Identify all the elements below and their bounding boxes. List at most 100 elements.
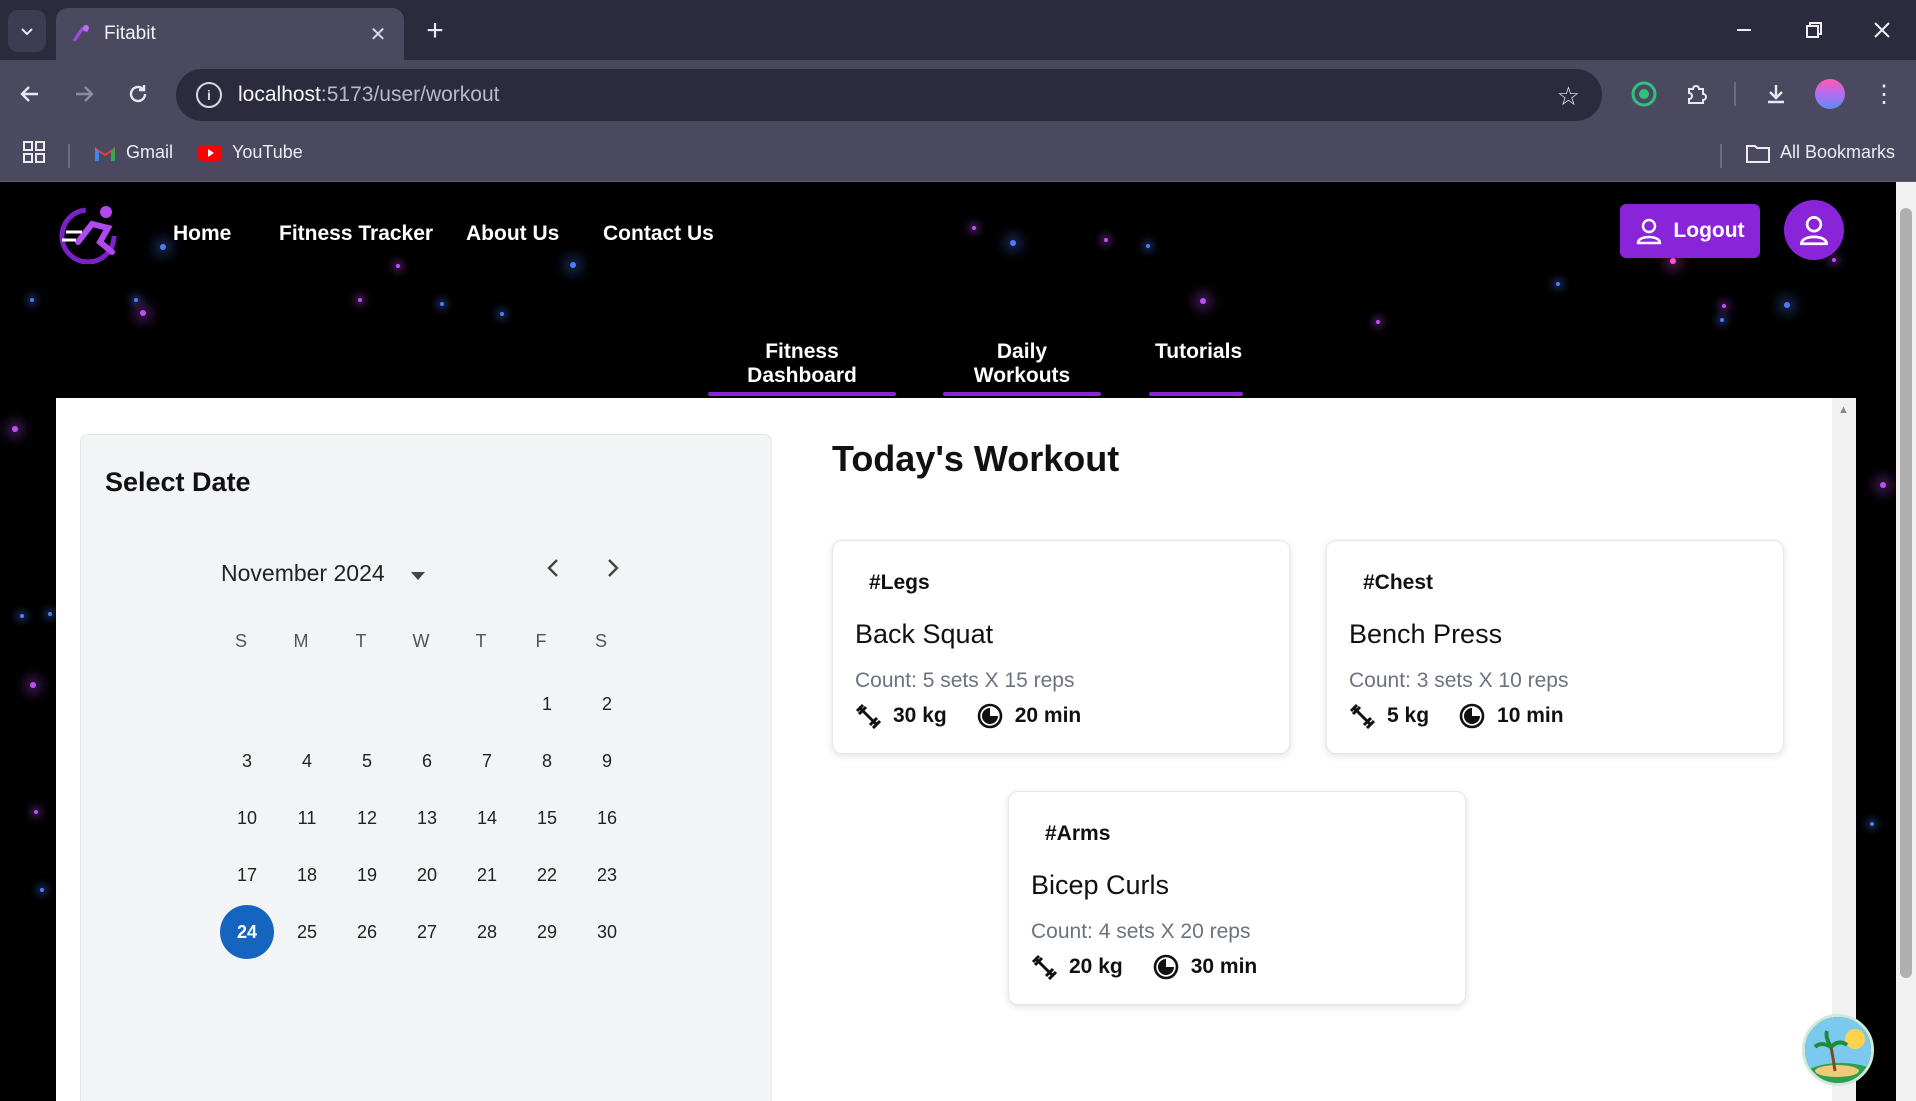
palm-island-icon xyxy=(1805,1017,1871,1083)
back-button[interactable] xyxy=(10,74,50,114)
reload-button[interactable] xyxy=(118,74,158,114)
bookmark-label: Gmail xyxy=(126,142,174,162)
scrollbar-thumb[interactable] xyxy=(1900,208,1912,978)
nav-fitness-tracker[interactable]: Fitness Tracker xyxy=(279,222,433,246)
todays-workout-title: Today's Workout xyxy=(832,438,1120,479)
star-dot xyxy=(1200,298,1206,304)
bookmark-label: YouTube xyxy=(232,142,303,162)
folder-icon xyxy=(1746,144,1770,163)
profile-avatar-icon[interactable] xyxy=(1812,76,1848,112)
restore-button[interactable] xyxy=(1784,8,1844,52)
site-info-icon[interactable]: i xyxy=(196,82,222,108)
tab-fitness-dashboard[interactable]: Fitness Dashboard xyxy=(708,340,896,396)
calendar-day[interactable]: 27 xyxy=(400,905,454,959)
workout-card[interactable]: #Arms Bicep Curls Count: 4 sets X 20 reps 2… xyxy=(1008,791,1466,1005)
nav-home[interactable]: Home xyxy=(173,222,231,246)
fitabit-logo-icon[interactable] xyxy=(56,202,126,264)
calendar-day[interactable]: 12 xyxy=(340,791,394,845)
month-selector[interactable]: November 2024 xyxy=(221,560,425,587)
calendar-day[interactable]: 6 xyxy=(400,734,454,788)
calendar-day[interactable]: 18 xyxy=(280,848,334,902)
calendar-day[interactable]: 1 xyxy=(520,677,574,731)
workout-name: Back Squat xyxy=(855,619,994,649)
calendar-day[interactable]: 8 xyxy=(520,734,574,788)
browser-tab-active[interactable]: Fitabit ✕ xyxy=(56,8,404,60)
bookmark-star-icon[interactable]: ☆ xyxy=(1557,81,1580,112)
calendar-day[interactable]: 13 xyxy=(400,791,454,845)
calendar-day[interactable]: 23 xyxy=(580,848,634,902)
floating-assistant-button[interactable] xyxy=(1802,1014,1874,1086)
calendar-day[interactable]: 25 xyxy=(280,905,334,959)
star-dot xyxy=(140,310,146,316)
calendar-day[interactable]: 5 xyxy=(340,734,394,788)
calendar-day[interactable]: 26 xyxy=(340,905,394,959)
logout-button[interactable]: Logout xyxy=(1620,204,1760,258)
address-bar[interactable]: i localhost:5173/user/workout ☆ xyxy=(176,69,1602,121)
bookmark-gmail[interactable]: Gmail xyxy=(94,142,173,163)
reload-icon xyxy=(129,85,147,103)
extensions-puzzle-icon[interactable] xyxy=(1678,76,1714,112)
forward-button[interactable] xyxy=(64,74,104,114)
calendar-day[interactable]: 29 xyxy=(520,905,574,959)
chevron-down-icon xyxy=(21,28,33,36)
tab-label: Tutorials xyxy=(1155,340,1243,363)
calendar-day[interactable]: 15 xyxy=(520,791,574,845)
panel-scrollbar[interactable]: ▲ xyxy=(1832,398,1856,1101)
minimize-button[interactable] xyxy=(1714,8,1774,52)
calendar-day[interactable]: 4 xyxy=(280,734,334,788)
calendar-day[interactable]: 17 xyxy=(220,848,274,902)
select-date-title: Select Date xyxy=(105,467,251,497)
tab-underline xyxy=(943,392,1101,396)
timer-icon xyxy=(1459,703,1485,729)
star-dot xyxy=(1784,302,1790,308)
calendar-day[interactable]: 14 xyxy=(460,791,514,845)
calendar-day[interactable]: 24 xyxy=(220,905,274,959)
page-scrollbar[interactable] xyxy=(1896,182,1916,1101)
calendar-day[interactable]: 7 xyxy=(460,734,514,788)
nav-contact-us[interactable]: Contact Us xyxy=(603,222,714,246)
toolbar-separator xyxy=(1734,82,1736,106)
star-dot xyxy=(134,298,138,302)
star-dot xyxy=(1720,318,1724,322)
tab-close-icon[interactable]: ✕ xyxy=(366,22,390,46)
calendar-day[interactable]: 20 xyxy=(400,848,454,902)
scroll-up-icon[interactable]: ▲ xyxy=(1838,404,1849,416)
bookmarks-bar: Gmail YouTube All Bookmarks xyxy=(0,128,1916,182)
user-icon xyxy=(1637,218,1662,245)
calendar-day[interactable]: 11 xyxy=(280,791,334,845)
nav-about-us[interactable]: About Us xyxy=(466,222,559,246)
browser-menu-icon[interactable]: ⋮ xyxy=(1866,76,1902,112)
tab-daily-workouts[interactable]: Daily Workouts xyxy=(943,340,1101,396)
calendar-day[interactable]: 3 xyxy=(220,734,274,788)
bookmark-youtube[interactable]: YouTube xyxy=(198,142,303,163)
prev-month-button[interactable] xyxy=(543,555,563,587)
restore-icon xyxy=(1806,22,1822,38)
next-month-button[interactable] xyxy=(603,555,623,587)
workout-card[interactable]: #Chest Bench Press Count: 3 sets X 10 reps… xyxy=(1326,540,1784,754)
download-icon[interactable] xyxy=(1758,76,1794,112)
tab-search-button[interactable] xyxy=(8,10,46,52)
extension-recorder-icon[interactable] xyxy=(1626,76,1662,112)
dumbbell-icon xyxy=(1349,703,1375,729)
calendar-day[interactable]: 19 xyxy=(340,848,394,902)
calendar-day[interactable]: 9 xyxy=(580,734,634,788)
profile-avatar-button[interactable] xyxy=(1784,200,1844,260)
calendar-day[interactable]: 10 xyxy=(220,791,274,845)
workout-card[interactable]: #Legs Back Squat Count: 5 sets X 15 reps 30… xyxy=(832,540,1290,754)
all-bookmarks-button[interactable]: All Bookmarks xyxy=(1746,142,1895,163)
apps-grid-icon[interactable] xyxy=(22,140,46,164)
calendar-day[interactable]: 30 xyxy=(580,905,634,959)
workout-duration: 30 min xyxy=(1190,955,1258,978)
new-tab-button[interactable]: + xyxy=(418,14,452,48)
star-dot xyxy=(500,312,504,316)
date-picker-card: Select Date November 2024 SMTWTFS 123456… xyxy=(80,434,772,1101)
tab-tutorials[interactable]: Tutorials xyxy=(1149,340,1243,396)
calendar-day[interactable]: 21 xyxy=(460,848,514,902)
workout-stats: 30 kg 20 min xyxy=(855,703,1081,729)
tab-underline xyxy=(708,392,896,396)
calendar-day[interactable]: 2 xyxy=(580,677,634,731)
close-window-button[interactable] xyxy=(1852,8,1912,52)
calendar-day[interactable]: 28 xyxy=(460,905,514,959)
calendar-day[interactable]: 16 xyxy=(580,791,634,845)
calendar-day[interactable]: 22 xyxy=(520,848,574,902)
